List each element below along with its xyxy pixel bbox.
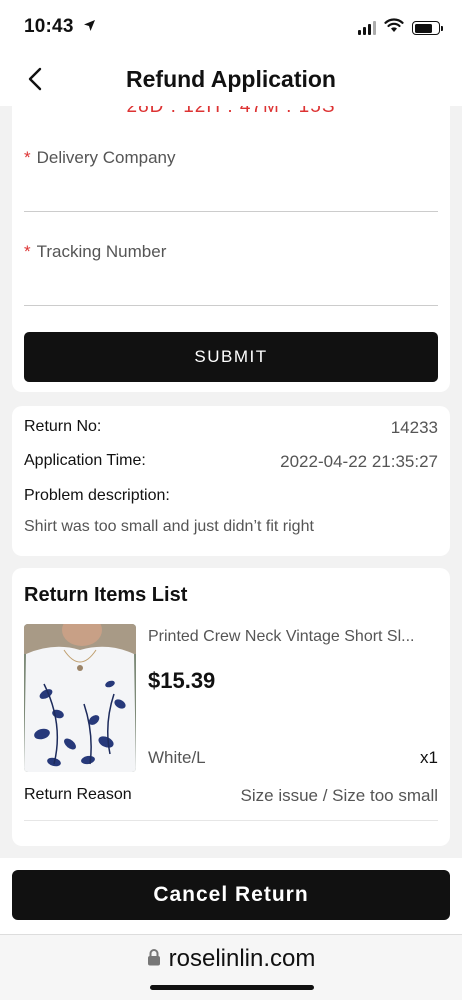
location-arrow-icon	[83, 19, 96, 35]
return-no-row: Return No: 14233	[24, 418, 438, 438]
status-icons	[358, 18, 443, 38]
battery-icon	[412, 21, 443, 35]
shipping-form-card: 28D : 12H : 47M : 15S * Delivery Company …	[12, 106, 450, 392]
url-text: roselinlin.com	[168, 945, 316, 972]
product-price: $15.39	[148, 668, 216, 693]
return-reason-label: Return Reason	[24, 786, 132, 803]
bottom-bar: Cancel Return	[0, 858, 462, 934]
application-time-label: Application Time:	[24, 452, 146, 469]
wifi-icon	[384, 18, 404, 38]
nav-header: Refund Application	[0, 56, 462, 106]
application-time-row: Application Time: 2022-04-22 21:35:27	[24, 452, 438, 472]
browser-url-bar[interactable]: roselinlin.com	[0, 934, 462, 1000]
return-no-value: 14233	[390, 418, 438, 437]
status-time: 10:43	[24, 16, 74, 37]
delivery-company-label-text: Delivery Company	[36, 148, 176, 167]
status-bar: 10:43	[0, 0, 462, 56]
return-info-card: Return No: 14233 Application Time: 2022-…	[12, 406, 450, 556]
return-reason-row: Return Reason Size issue / Size too smal…	[24, 786, 438, 821]
return-items-title: Return Items List	[24, 584, 188, 606]
home-indicator	[150, 985, 314, 990]
application-time-value: 2022-04-22 21:35:27	[280, 452, 438, 471]
product-variant: White/L	[148, 748, 206, 767]
lock-icon	[147, 945, 161, 973]
tracking-number-field[interactable]: * Tracking Number	[24, 242, 438, 306]
back-button[interactable]	[20, 66, 50, 96]
tracking-number-label: * Tracking Number	[24, 242, 166, 262]
countdown-timer: 28D : 12H : 47M : 15S	[126, 106, 336, 117]
problem-description-value: Shirt was too small and just didn’t fit …	[24, 518, 314, 535]
delivery-company-field[interactable]: * Delivery Company	[24, 148, 438, 212]
tracking-number-label-text: Tracking Number	[36, 242, 167, 261]
page-title: Refund Application	[126, 66, 336, 92]
return-reason-value: Size issue / Size too small	[240, 786, 438, 805]
cancel-return-button[interactable]: Cancel Return	[12, 870, 450, 920]
product-name[interactable]: Printed Crew Neck Vintage Short Sl...	[148, 628, 438, 646]
return-items-card: Return Items List Printed Crew Neck Vint…	[12, 568, 450, 846]
problem-description-label: Problem description:	[24, 487, 170, 504]
product-quantity: x1	[420, 748, 438, 767]
required-mark: *	[24, 242, 31, 261]
content-scroll[interactable]: 28D : 12H : 47M : 15S * Delivery Company …	[0, 106, 462, 858]
url-display[interactable]: roselinlin.com	[0, 945, 462, 973]
signal-icon	[358, 21, 376, 35]
product-image[interactable]	[24, 624, 136, 772]
submit-button[interactable]: SUBMIT	[24, 332, 438, 382]
status-time-wrap: 10:43	[24, 16, 96, 38]
required-mark: *	[24, 148, 31, 167]
back-chevron-icon	[27, 67, 43, 96]
delivery-company-label: * Delivery Company	[24, 148, 176, 168]
problem-description-row: Problem description:	[24, 487, 438, 505]
return-no-label: Return No:	[24, 418, 102, 435]
